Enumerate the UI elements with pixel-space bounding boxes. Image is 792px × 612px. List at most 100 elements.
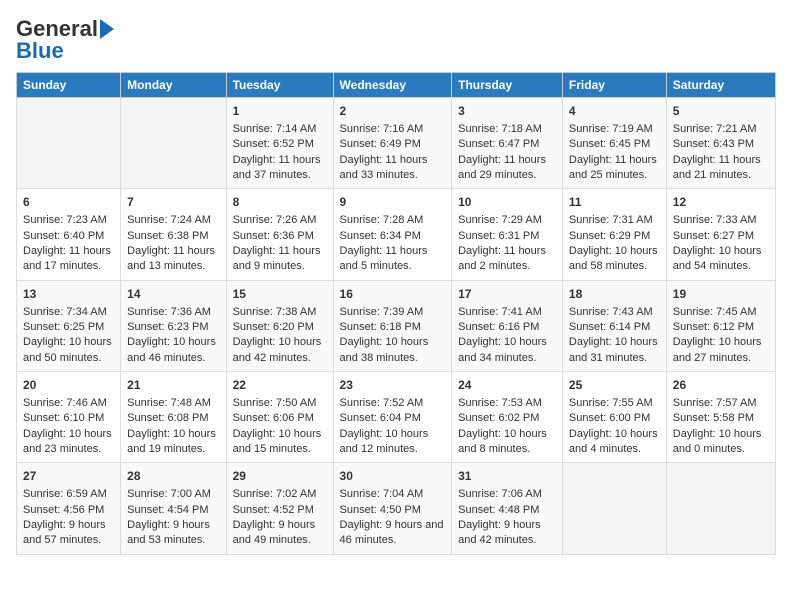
day-info: Daylight: 11 hours and 33 minutes. — [340, 153, 446, 184]
day-info: Daylight: 10 hours and 19 minutes. — [127, 427, 219, 458]
calendar-cell: 23 Sunrise: 7:52 AMSunset: 6:04 PMDayligh… — [333, 372, 452, 463]
day-number: 8 — [233, 194, 327, 211]
calendar-cell — [666, 463, 775, 554]
calendar-cell: 26Sunrise: 7:57 AMSunset: 5:58 PMDayligh… — [666, 372, 775, 463]
day-info: Daylight: 10 hours and 31 minutes. — [569, 335, 660, 366]
logo-blue: Blue — [16, 38, 64, 64]
calendar-cell — [121, 98, 226, 189]
calendar-cell: 15Sunrise: 7:38 AMSunset: 6:20 PMDayligh… — [226, 280, 333, 371]
day-info: Sunset: 5:58 PM — [673, 411, 769, 426]
day-number: 29 — [233, 468, 327, 485]
calendar-cell: 13Sunrise: 7:34 AMSunset: 6:25 PMDayligh… — [17, 280, 121, 371]
day-info: Sunset: 6:38 PM — [127, 229, 219, 244]
day-header-tuesday: Tuesday — [226, 73, 333, 98]
day-number: 17 — [458, 286, 556, 303]
calendar-cell: 27Sunrise: 6:59 AMSunset: 4:56 PMDayligh… — [17, 463, 121, 554]
day-info: Daylight: 11 hours and 37 minutes. — [233, 153, 327, 184]
day-info: Sunset: 4:54 PM — [127, 503, 219, 518]
day-number: 5 — [673, 103, 769, 120]
day-info: Sunset: 6:49 PM — [340, 137, 446, 152]
day-info: Daylight: 9 hours and 57 minutes. — [23, 518, 114, 549]
day-info: Sunrise: 7:02 AM — [233, 487, 327, 502]
day-info: Sunrise: 7:34 AM — [23, 305, 114, 320]
day-info: Daylight: 10 hours and 4 minutes. — [569, 427, 660, 458]
calendar-cell: 11Sunrise: 7:31 AMSunset: 6:29 PMDayligh… — [562, 189, 666, 280]
calendar-cell: 5Sunrise: 7:21 AMSunset: 6:43 PMDaylight… — [666, 98, 775, 189]
day-info: Sunrise: 7:41 AM — [458, 305, 556, 320]
day-number: 1 — [233, 103, 327, 120]
day-info: Sunset: 4:50 PM — [340, 503, 446, 518]
day-info: Sunset: 6:36 PM — [233, 229, 327, 244]
day-info: Daylight: 11 hours and 21 minutes. — [673, 153, 769, 184]
day-number: 28 — [127, 468, 219, 485]
day-info: Sunrise: 7:04 AM — [340, 487, 446, 502]
calendar-cell: 21Sunrise: 7:48 AMSunset: 6:08 PMDayligh… — [121, 372, 226, 463]
day-info: Sunrise: 7:14 AM — [233, 122, 327, 137]
calendar-cell: 19Sunrise: 7:45 AMSunset: 6:12 PMDayligh… — [666, 280, 775, 371]
day-number: 23 — [340, 377, 446, 394]
day-info: Daylight: 10 hours and 8 minutes. — [458, 427, 556, 458]
day-info: Sunset: 6:12 PM — [673, 320, 769, 335]
day-number: 7 — [127, 194, 219, 211]
calendar-cell: 7 Sunrise: 7:24 AMSunset: 6:38 PMDaylight… — [121, 189, 226, 280]
day-number: 12 — [673, 194, 769, 211]
day-info: Daylight: 11 hours and 25 minutes. — [569, 153, 660, 184]
week-row-3: 13Sunrise: 7:34 AMSunset: 6:25 PMDayligh… — [17, 280, 776, 371]
day-number: 30 — [340, 468, 446, 485]
day-info: Sunset: 6:31 PM — [458, 229, 556, 244]
day-info: Sunset: 6:00 PM — [569, 411, 660, 426]
day-info: Sunset: 6:10 PM — [23, 411, 114, 426]
day-info: Sunrise: 7:39 AM — [340, 305, 446, 320]
calendar-cell — [17, 98, 121, 189]
day-info: Daylight: 11 hours and 13 minutes. — [127, 244, 219, 275]
calendar-cell: 22Sunrise: 7:50 AMSunset: 6:06 PMDayligh… — [226, 372, 333, 463]
day-info: Sunset: 6:45 PM — [569, 137, 660, 152]
day-info: Sunset: 6:04 PM — [340, 411, 446, 426]
day-info: Sunrise: 7:23 AM — [23, 213, 114, 228]
calendar-cell: 6Sunrise: 7:23 AMSunset: 6:40 PMDaylight… — [17, 189, 121, 280]
day-info: Sunrise: 7:50 AM — [233, 396, 327, 411]
day-header-thursday: Thursday — [452, 73, 563, 98]
day-info: Daylight: 10 hours and 12 minutes. — [340, 427, 446, 458]
day-info: Daylight: 11 hours and 29 minutes. — [458, 153, 556, 184]
day-info: Daylight: 10 hours and 50 minutes. — [23, 335, 114, 366]
day-number: 4 — [569, 103, 660, 120]
day-info: Sunset: 6:34 PM — [340, 229, 446, 244]
day-info: Daylight: 9 hours and 46 minutes. — [340, 518, 446, 549]
day-header-sunday: Sunday — [17, 73, 121, 98]
day-number: 14 — [127, 286, 219, 303]
day-header-monday: Monday — [121, 73, 226, 98]
day-info: Daylight: 11 hours and 17 minutes. — [23, 244, 114, 275]
day-header-wednesday: Wednesday — [333, 73, 452, 98]
day-info: Sunrise: 7:24 AM — [127, 213, 219, 228]
calendar-cell: 4Sunrise: 7:19 AMSunset: 6:45 PMDaylight… — [562, 98, 666, 189]
day-info: Sunrise: 7:16 AM — [340, 122, 446, 137]
day-info: Daylight: 11 hours and 5 minutes. — [340, 244, 446, 275]
day-info: Sunrise: 7:00 AM — [127, 487, 219, 502]
day-number: 9 — [340, 194, 446, 211]
week-row-4: 20Sunrise: 7:46 AMSunset: 6:10 PMDayligh… — [17, 372, 776, 463]
day-header-saturday: Saturday — [666, 73, 775, 98]
calendar-cell: 1 Sunrise: 7:14 AMSunset: 6:52 PMDaylight… — [226, 98, 333, 189]
calendar-cell: 28Sunrise: 7:00 AMSunset: 4:54 PMDayligh… — [121, 463, 226, 554]
day-info: Sunrise: 7:53 AM — [458, 396, 556, 411]
header: General Blue — [16, 16, 776, 64]
day-info: Sunrise: 7:55 AM — [569, 396, 660, 411]
day-info: Sunrise: 7:06 AM — [458, 487, 556, 502]
calendar-cell: 18Sunrise: 7:43 AMSunset: 6:14 PMDayligh… — [562, 280, 666, 371]
day-info: Sunrise: 7:52 AM — [340, 396, 446, 411]
day-info: Daylight: 9 hours and 49 minutes. — [233, 518, 327, 549]
day-info: Sunrise: 7:43 AM — [569, 305, 660, 320]
day-number: 10 — [458, 194, 556, 211]
day-info: Sunrise: 7:38 AM — [233, 305, 327, 320]
calendar-cell: 30 Sunrise: 7:04 AMSunset: 4:50 PMDayligh… — [333, 463, 452, 554]
day-number: 31 — [458, 468, 556, 485]
day-info: Sunset: 4:56 PM — [23, 503, 114, 518]
day-info: Sunset: 6:52 PM — [233, 137, 327, 152]
day-number: 24 — [458, 377, 556, 394]
logo-arrow-icon — [100, 19, 114, 39]
day-info: Sunset: 6:06 PM — [233, 411, 327, 426]
calendar-cell: 24Sunrise: 7:53 AMSunset: 6:02 PMDayligh… — [452, 372, 563, 463]
day-info: Sunrise: 7:18 AM — [458, 122, 556, 137]
calendar-body: 1Sunrise: 7:14 AMSunset: 6:52 PMDaylight… — [17, 98, 776, 555]
